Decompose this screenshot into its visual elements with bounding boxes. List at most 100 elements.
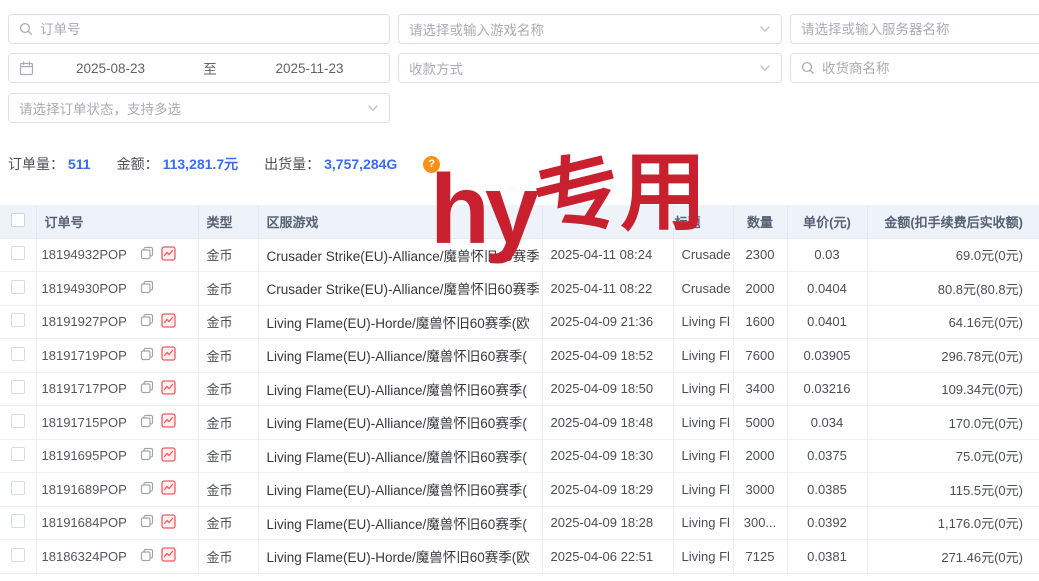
shipment-value: 3,757,284G	[324, 156, 397, 172]
image-icon[interactable]	[161, 480, 176, 498]
date-separator-label: 至	[180, 58, 240, 78]
calendar-icon	[19, 61, 34, 76]
order-time-cell: 2025-04-09 18:50	[542, 372, 673, 406]
row-checkbox-cell	[0, 506, 36, 540]
unit-price-cell: 0.03905	[787, 339, 867, 373]
order-number-text: 18191684POP	[42, 515, 127, 530]
order-count-value: 511	[68, 156, 91, 172]
order-number-cell: 18191717POP	[36, 372, 198, 406]
order-number-search-field[interactable]	[8, 14, 390, 44]
col-unit-price: 单价(元)	[787, 205, 867, 238]
order-number-input[interactable]	[40, 22, 379, 37]
quantity-cell: 5000	[733, 406, 787, 440]
order-count-stat: 订单量： 511	[8, 154, 91, 174]
game-name-select[interactable]: 请选择或输入游戏名称	[398, 14, 782, 44]
date-range-picker[interactable]: 2025-08-23 至 2025-11-23	[8, 53, 390, 83]
image-icon[interactable]	[161, 447, 176, 465]
image-icon[interactable]	[161, 547, 176, 565]
type-cell: 金币	[198, 506, 258, 540]
search-icon	[801, 61, 815, 75]
amount-cell: 75.0元(0元)	[867, 439, 1039, 473]
order-time-cell: 2025-04-06 22:51	[542, 540, 673, 574]
order-number-cell: 18191715POP	[36, 406, 198, 440]
order-number-text: 18194930POP	[42, 281, 127, 296]
server-name-input[interactable]	[801, 22, 1039, 37]
row-checkbox[interactable]	[11, 246, 25, 260]
image-icon[interactable]	[161, 313, 176, 331]
date-start-value[interactable]: 2025-08-23	[41, 61, 180, 76]
amount-cell: 170.0元(0元)	[867, 406, 1039, 440]
quantity-cell: 1600	[733, 305, 787, 339]
order-time-cell: 2025-04-11 08:24	[542, 238, 673, 272]
row-checkbox[interactable]	[11, 380, 25, 394]
row-checkbox[interactable]	[11, 481, 25, 495]
row-checkbox[interactable]	[11, 347, 25, 361]
title-cell: Living Fl	[673, 506, 733, 540]
image-icon[interactable]	[161, 346, 176, 364]
unit-price-cell: 0.0375	[787, 439, 867, 473]
quantity-cell: 2300	[733, 238, 787, 272]
unit-price-cell: 0.03	[787, 238, 867, 272]
copy-icon[interactable]	[140, 414, 154, 431]
date-end-value[interactable]: 2025-11-23	[240, 61, 379, 76]
image-icon[interactable]	[161, 514, 176, 532]
select-all-checkbox[interactable]	[11, 213, 25, 227]
order-status-select[interactable]: 请选择订单状态，支持多选	[8, 93, 390, 123]
table-row: 18191717POP 金币 Living Flame(EU)-Alliance…	[0, 372, 1039, 406]
copy-icon[interactable]	[140, 548, 154, 565]
amount-cell: 109.34元(0元)	[867, 372, 1039, 406]
title-cell: Living Fl	[673, 406, 733, 440]
title-cell: Living Fl	[673, 439, 733, 473]
image-icon[interactable]	[161, 380, 176, 398]
type-cell: 金币	[198, 272, 258, 306]
image-icon[interactable]	[161, 413, 176, 431]
type-cell: 金币	[198, 305, 258, 339]
server-name-field[interactable]	[790, 14, 1039, 44]
copy-icon[interactable]	[140, 447, 154, 464]
row-checkbox[interactable]	[11, 313, 25, 327]
type-cell: 金币	[198, 339, 258, 373]
quantity-cell: 7125	[733, 540, 787, 574]
order-number-cell: 18186324POP	[36, 540, 198, 574]
chevron-down-icon	[759, 62, 771, 74]
table-row: 18194932POP 金币 Crusader Strike(EU)-Allia…	[0, 238, 1039, 272]
title-cell: Living Fl	[673, 540, 733, 574]
table-row: 18191719POP 金币 Living Flame(EU)-Alliance…	[0, 339, 1039, 373]
receiver-name-input[interactable]	[822, 61, 1039, 76]
image-icon[interactable]	[161, 246, 176, 264]
row-checkbox[interactable]	[11, 414, 25, 428]
copy-icon[interactable]	[140, 246, 154, 263]
row-checkbox-cell	[0, 339, 36, 373]
title-cell: Living Fl	[673, 305, 733, 339]
row-checkbox[interactable]	[11, 280, 25, 294]
row-checkbox[interactable]	[11, 447, 25, 461]
order-number-cell: 18191689POP	[36, 473, 198, 507]
row-checkbox[interactable]	[11, 548, 25, 562]
help-question-icon[interactable]: ?	[423, 156, 440, 173]
col-title: 标题	[673, 205, 733, 238]
copy-icon[interactable]	[140, 380, 154, 397]
status-select-placeholder: 请选择订单状态，支持多选	[19, 98, 367, 118]
copy-icon[interactable]	[140, 514, 154, 531]
row-checkbox[interactable]	[11, 514, 25, 528]
quantity-cell: 3000	[733, 473, 787, 507]
table-row: 18191927POP 金币 Living Flame(EU)-Horde/魔兽…	[0, 305, 1039, 339]
region-game-cell: Living Flame(EU)-Horde/魔兽怀旧60赛季(欧	[258, 305, 542, 339]
row-checkbox-cell	[0, 540, 36, 574]
unit-price-cell: 0.034	[787, 406, 867, 440]
copy-icon[interactable]	[140, 313, 154, 330]
orders-page: 请选择或输入游戏名称 2025-08-23 至 2025-11-23 收款方式	[0, 0, 1039, 581]
payment-method-select[interactable]: 收款方式	[398, 53, 782, 83]
copy-icon[interactable]	[140, 347, 154, 364]
receiver-name-search-field[interactable]	[790, 53, 1039, 83]
order-number-text: 18191717POP	[42, 381, 127, 396]
title-cell: Living Fl	[673, 339, 733, 373]
row-checkbox-cell	[0, 238, 36, 272]
unit-price-cell: 0.0392	[787, 506, 867, 540]
copy-icon[interactable]	[140, 481, 154, 498]
copy-icon[interactable]	[140, 280, 154, 297]
region-game-cell: Living Flame(EU)-Alliance/魔兽怀旧60赛季(	[258, 372, 542, 406]
unit-price-cell: 0.0385	[787, 473, 867, 507]
table-row: 18191689POP 金币 Living Flame(EU)-Alliance…	[0, 473, 1039, 507]
table-row: 18194930POP 金币 Crusader Strike(EU)-Allia…	[0, 272, 1039, 306]
